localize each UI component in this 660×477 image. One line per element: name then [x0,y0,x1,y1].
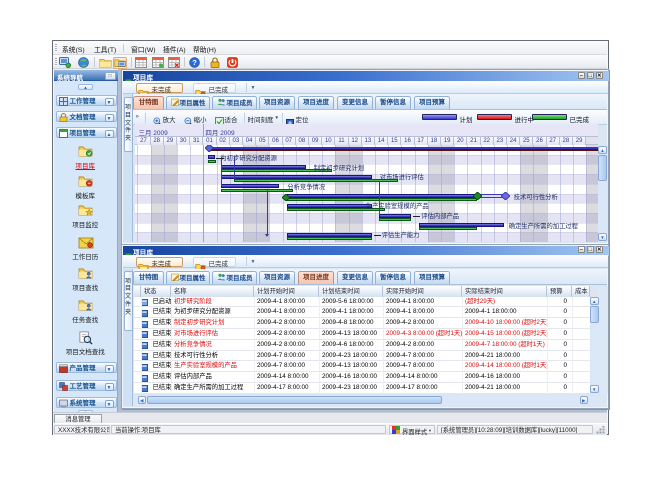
svg-text:?: ? [192,58,197,67]
